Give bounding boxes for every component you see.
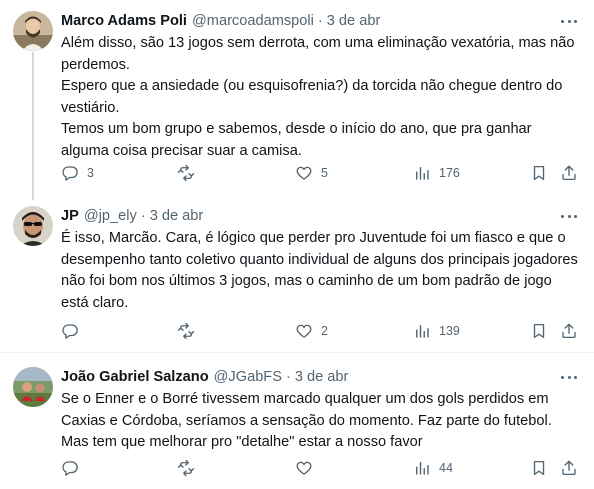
tweet-text-line: Se o Enner e o Borré tivessem marcado qu… xyxy=(61,391,552,450)
share-icon xyxy=(562,165,576,181)
like-button[interactable]: 2 xyxy=(295,321,328,341)
tweet-text-line: Além disso, são 13 jogos sem derrota, co… xyxy=(61,35,575,73)
bookmark-icon xyxy=(533,165,545,181)
view-count: 44 xyxy=(439,461,453,475)
tweet-date[interactable]: 3 de abr xyxy=(150,208,204,224)
views-chart-icon xyxy=(416,462,429,475)
share-icon xyxy=(562,323,576,339)
avatar[interactable] xyxy=(13,206,53,246)
tweet-header: JP @jp_ely · 3 de abr xyxy=(61,206,203,226)
views-button[interactable]: 139 xyxy=(413,321,460,341)
share-button[interactable] xyxy=(560,458,578,478)
tweet-text: Se o Enner e o Borré tivessem marcado qu… xyxy=(61,389,581,454)
view-count: 176 xyxy=(439,166,460,180)
tweet-header: João Gabriel Salzano @JGabFS · 3 de abr xyxy=(61,367,348,387)
share-icon xyxy=(562,460,576,476)
separator-dot: · xyxy=(285,369,291,385)
retweet-icon xyxy=(177,322,195,340)
tweet-text: É isso, Marcão. Cara, é lógico que perde… xyxy=(61,228,581,314)
separator-dot: · xyxy=(140,208,146,224)
reply-icon xyxy=(62,166,78,181)
like-button[interactable] xyxy=(295,458,321,478)
retweet-button[interactable] xyxy=(177,321,203,341)
reply-button[interactable]: 3 xyxy=(61,163,94,183)
bookmark-button[interactable] xyxy=(530,163,548,183)
retweet-icon xyxy=(177,459,195,477)
avatar[interactable] xyxy=(13,11,53,51)
more-options-icon[interactable] xyxy=(561,15,577,27)
tweet[interactable]: Marco Adams Poli @marcoadamspoli · 3 de … xyxy=(0,11,594,191)
reply-count: 3 xyxy=(87,166,94,180)
bookmark-icon xyxy=(533,323,545,339)
retweet-button[interactable] xyxy=(177,163,203,183)
tweet-date[interactable]: 3 de abr xyxy=(295,369,349,385)
heart-icon xyxy=(296,324,312,338)
tweet-date[interactable]: 3 de abr xyxy=(327,13,381,29)
author-name[interactable]: Marco Adams Poli xyxy=(61,13,187,29)
view-count: 139 xyxy=(439,324,460,338)
tweet[interactable]: João Gabriel Salzano @JGabFS · 3 de abr … xyxy=(0,367,594,487)
views-button[interactable]: 176 xyxy=(413,163,460,183)
tweet-actions: 2 139 xyxy=(61,321,581,341)
author-handle[interactable]: @jp_ely xyxy=(84,208,137,224)
bookmark-icon xyxy=(533,460,545,476)
tweet-text-line: É isso, Marcão. Cara, é lógico que perde… xyxy=(61,230,578,311)
heart-icon xyxy=(296,461,312,475)
avatar[interactable] xyxy=(13,367,53,407)
like-count: 2 xyxy=(321,324,328,338)
retweet-icon xyxy=(177,164,195,182)
views-button[interactable]: 44 xyxy=(413,458,453,478)
retweet-button[interactable] xyxy=(177,458,203,478)
tweet[interactable]: JP @jp_ely · 3 de abr É isso, Marcão. Ca… xyxy=(0,206,594,346)
tweet-text-line: Temos um bom grupo e sabemos, desde o in… xyxy=(61,121,532,159)
author-handle[interactable]: @marcoadamspoli xyxy=(192,13,314,29)
tweet-actions: 3 5 176 xyxy=(61,163,581,183)
share-button[interactable] xyxy=(560,163,578,183)
tweet-text: Além disso, são 13 jogos sem derrota, co… xyxy=(61,33,581,162)
views-chart-icon xyxy=(416,167,429,180)
reply-button[interactable] xyxy=(61,458,87,478)
heart-icon xyxy=(296,166,312,180)
like-count: 5 xyxy=(321,166,328,180)
share-button[interactable] xyxy=(560,321,578,341)
author-name[interactable]: João Gabriel Salzano xyxy=(61,369,209,385)
bookmark-button[interactable] xyxy=(530,458,548,478)
views-chart-icon xyxy=(416,325,429,338)
reply-button[interactable] xyxy=(61,321,87,341)
author-handle[interactable]: @JGabFS xyxy=(214,369,282,385)
tweet-actions: 44 xyxy=(61,458,581,478)
tweet-text-line: Espero que a ansiedade (ou esquisofrenia… xyxy=(61,78,563,116)
reply-icon xyxy=(62,461,78,476)
more-options-icon[interactable] xyxy=(561,371,577,383)
like-button[interactable]: 5 xyxy=(295,163,328,183)
separator-dot: · xyxy=(317,13,323,29)
tweet-divider xyxy=(0,352,594,353)
more-options-icon[interactable] xyxy=(561,210,577,222)
tweet-header: Marco Adams Poli @marcoadamspoli · 3 de … xyxy=(61,11,380,31)
reply-icon xyxy=(62,324,78,339)
bookmark-button[interactable] xyxy=(530,321,548,341)
author-name[interactable]: JP xyxy=(61,208,79,224)
